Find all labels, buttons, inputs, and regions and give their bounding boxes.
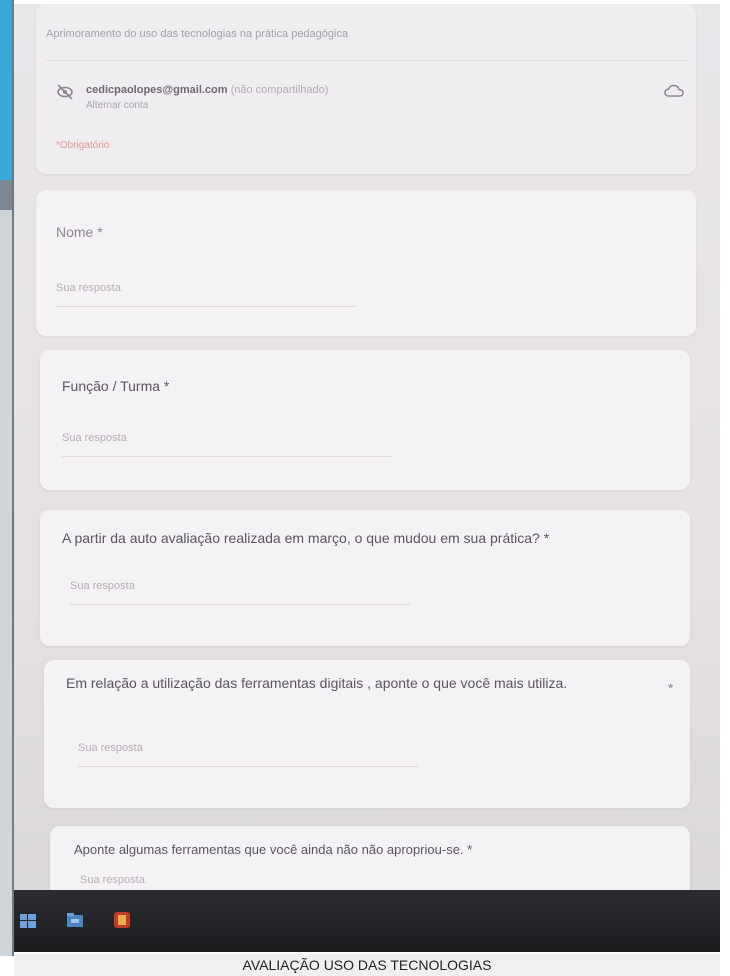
answer-input[interactable]: Sua resposta bbox=[56, 282, 121, 294]
required-note: *Obrigatório bbox=[56, 140, 110, 151]
switch-account-link[interactable]: Alternar conta bbox=[86, 100, 148, 111]
question-label: Aponte algumas ferramentas que você aind… bbox=[74, 842, 473, 857]
answer-input[interactable]: Sua resposta bbox=[78, 742, 143, 754]
eye-off-icon bbox=[57, 84, 73, 100]
answer-input[interactable]: Sua resposta bbox=[62, 432, 127, 444]
taskbar bbox=[14, 890, 720, 952]
question-card-auto-avaliacao: A partir da auto avaliação realizada em … bbox=[40, 510, 690, 646]
answer-underline bbox=[70, 604, 410, 605]
question-card-ferramentas-digitais: Em relação a utilização das ferramentas … bbox=[44, 660, 690, 808]
answer-underline bbox=[78, 766, 418, 767]
question-card-funcao: Função / Turma * Sua resposta bbox=[40, 350, 690, 490]
question-label: Em relação a utilização das ferramentas … bbox=[66, 675, 568, 691]
form-header-card: Aprimoramento do uso das tecnologias na … bbox=[36, 4, 696, 174]
file-explorer-icon[interactable] bbox=[66, 912, 84, 928]
answer-input[interactable]: Sua resposta bbox=[80, 874, 145, 886]
form-screen: Aprimoramento do uso das tecnologias na … bbox=[14, 4, 720, 952]
answer-underline bbox=[62, 456, 392, 457]
account-shared-note: (não compartilhado) bbox=[230, 84, 329, 96]
answer-input[interactable]: Sua resposta bbox=[70, 580, 135, 592]
account-email: cedicpaolopes@gmail.com bbox=[86, 84, 228, 96]
form-description: Aprimoramento do uso das tecnologias na … bbox=[46, 28, 349, 40]
app-icon[interactable] bbox=[112, 910, 132, 930]
windows-icon[interactable] bbox=[20, 914, 36, 928]
question-label: Nome * bbox=[56, 224, 103, 240]
question-label: A partir da auto avaliação realizada em … bbox=[62, 530, 550, 546]
required-marker: * bbox=[668, 680, 674, 696]
question-label: Função / Turma * bbox=[62, 378, 170, 394]
divider bbox=[46, 60, 686, 61]
question-card-nome: Nome * Sua resposta bbox=[36, 190, 696, 336]
answer-underline bbox=[56, 306, 356, 307]
account-line: cedicpaolopes@gmail.com (não compartilha… bbox=[86, 84, 328, 96]
cloud-icon bbox=[664, 84, 684, 97]
image-caption: AVALIAÇÃO USO DAS TECNOLOGIAS bbox=[14, 954, 720, 976]
